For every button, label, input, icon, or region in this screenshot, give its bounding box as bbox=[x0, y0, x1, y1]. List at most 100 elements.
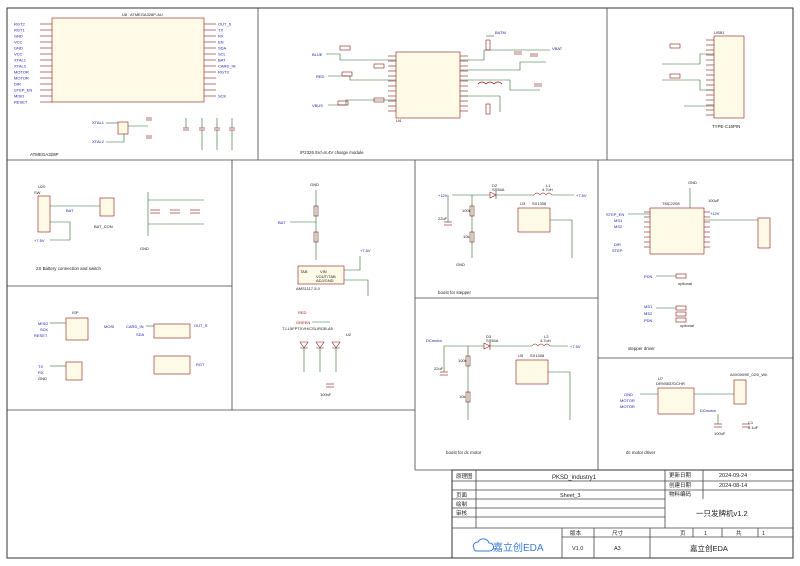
stepper-net-step: STEP bbox=[612, 248, 623, 253]
stepper-net-ms1b: MS1 bbox=[644, 304, 653, 309]
mcu-net-label: GND bbox=[14, 45, 23, 50]
stepper-net-12v: +12V bbox=[710, 211, 720, 216]
l2-value: 4.7uH bbox=[540, 338, 551, 343]
usb-connector bbox=[713, 35, 745, 119]
mcu-net-label: VCC bbox=[14, 39, 23, 44]
ldo-part: AMS1117-5.0 bbox=[296, 286, 321, 291]
tb-size: A3 bbox=[614, 546, 621, 552]
charge-ic bbox=[395, 51, 461, 119]
stepper-net-en: STEP_EN bbox=[606, 212, 624, 217]
stepper-motor-connector bbox=[757, 217, 771, 249]
boost1-part: SX1308 bbox=[532, 201, 547, 206]
ldo-cap-value: 100nF bbox=[320, 392, 332, 397]
c-22uf: 22uF bbox=[438, 216, 448, 221]
dc-part: DRV8837DCHR bbox=[656, 381, 685, 386]
rdc-100k: 100k bbox=[458, 358, 467, 363]
bat-con-label: BAT_CON bbox=[94, 224, 113, 229]
mcu-caption: ATMEGA328P bbox=[30, 152, 59, 157]
tb-update-date: 2024-09-24 bbox=[719, 473, 747, 479]
net-rgt: RGT bbox=[196, 362, 205, 367]
usb-ref: USB1 bbox=[714, 30, 725, 35]
tb-label-size: 尺寸 bbox=[612, 529, 624, 537]
tb-label-page: 页面 bbox=[456, 492, 468, 499]
tb-version: V1.0 bbox=[572, 546, 583, 552]
d2-part: SS54A bbox=[492, 187, 505, 192]
stepper-net-dir: DIR bbox=[614, 242, 621, 247]
uart-header bbox=[65, 361, 83, 381]
boost1-net-7v5: +7.5V bbox=[576, 193, 587, 198]
net-vbus: VBUS bbox=[312, 103, 323, 108]
mcu-net-label: OUT_S bbox=[218, 21, 232, 26]
sensor-connector-1 bbox=[153, 323, 191, 339]
isp-header bbox=[65, 317, 89, 341]
xtal2-net: XTAL2 bbox=[92, 139, 105, 144]
charge-caption: IP2326 5V/=8.4V charge module bbox=[300, 150, 364, 155]
tb-create-date: 2024-08-14 bbox=[719, 483, 747, 489]
mcu-net-label: EN bbox=[218, 39, 224, 44]
ldo-adj: ADJ/GND bbox=[316, 278, 334, 283]
ldo-net-7v5: +7.5V bbox=[360, 248, 371, 253]
dc-caption: dc motor driver bbox=[626, 450, 656, 455]
net-card-in: CARD_IN bbox=[126, 324, 144, 329]
tb-label-of: 共 bbox=[736, 529, 742, 537]
stepper-net-ms1: MS1 bbox=[614, 218, 623, 223]
mcu-net-label: XTAL1 bbox=[14, 57, 27, 62]
dc-net-motor-b: MOTOR bbox=[620, 404, 635, 409]
sensor-connector-2 bbox=[153, 355, 191, 375]
led-ref: U2 bbox=[346, 332, 352, 337]
tb-total: 1 bbox=[762, 531, 765, 537]
mcu-part: ATMEGA328P-AU bbox=[130, 12, 163, 17]
tb-create-label: 创建日期 bbox=[669, 481, 692, 489]
net-vbat: VBAT bbox=[552, 46, 563, 51]
net-sda: SDA bbox=[136, 332, 145, 337]
boostdc-net-7v5: +7.5V bbox=[570, 344, 581, 349]
battery-switch bbox=[37, 195, 51, 233]
mcu-net-label: SCK bbox=[218, 93, 227, 98]
dc-net-motor-a: MOTOR bbox=[620, 398, 635, 403]
mcu-net-label: CARD_IN bbox=[218, 63, 236, 68]
mcu-net-label: BAT bbox=[218, 57, 226, 62]
stepper-driver-ic bbox=[649, 207, 705, 255]
stepper-optional-1: optional bbox=[678, 281, 692, 286]
boostdc-net-dcmotor: DCmotor bbox=[426, 338, 443, 343]
stepper-net-pdn: PDN bbox=[644, 274, 653, 279]
mcu-net-label: VCC bbox=[14, 51, 23, 56]
dc-net-dcmotor: DCmotor bbox=[700, 408, 717, 413]
mcu-net-label: RGT1 bbox=[14, 27, 25, 32]
isp-ref: ISP bbox=[72, 310, 79, 315]
boost1-net-12v: +12V bbox=[438, 193, 448, 198]
mcu-net-label: GND bbox=[14, 33, 23, 38]
stepper-net-pdnb: PDN bbox=[644, 318, 653, 323]
mcu-ref: U8 bbox=[122, 12, 128, 17]
tb-label-version: 版本 bbox=[570, 529, 582, 537]
mcu-net-label: RGT2 bbox=[14, 21, 25, 26]
r-10k: 10k bbox=[463, 234, 469, 239]
stepper-gnd: GND bbox=[688, 180, 697, 185]
charge-ref: U4 bbox=[396, 118, 402, 123]
gnd-label: GND bbox=[140, 246, 149, 251]
ldo-gnd: GND bbox=[310, 182, 319, 187]
boostdc-ref: U5 bbox=[518, 353, 524, 358]
net-red: RED bbox=[316, 74, 325, 79]
isp-sck: SCK bbox=[40, 327, 49, 332]
boost1-gnd: GND bbox=[456, 262, 465, 267]
uart-rx: RX bbox=[38, 370, 44, 375]
stepper-part: TMC2208 bbox=[662, 201, 680, 206]
xtal1-net: XTAL1 bbox=[92, 120, 105, 125]
mcu-net-label: SDA bbox=[218, 45, 227, 50]
d3-part: SS54A bbox=[486, 338, 499, 343]
tb-label-pageno: 页 bbox=[680, 530, 686, 537]
sw-label: SW bbox=[34, 190, 41, 195]
tb-label-review: 审核 bbox=[456, 509, 468, 517]
led-red-net: RED bbox=[298, 310, 307, 315]
tb-update-label: 更新日期 bbox=[669, 471, 692, 479]
battery-caption: 2S Battery connection and switch bbox=[36, 266, 101, 271]
schematic-sheet: U8 ATMEGA328P-AU RGT2RGT1GNDVCCGNDVCCXTA… bbox=[0, 0, 800, 566]
usb-caption: TYPE-C16PIN bbox=[712, 124, 740, 129]
mcu-net-label: RGT3 bbox=[218, 69, 229, 74]
mcu-net-label: MISO bbox=[14, 93, 24, 98]
dc-driver-ic bbox=[657, 387, 695, 415]
led-part: TJ-L5FPTXVH/CSL/RGB-A5 bbox=[282, 326, 334, 331]
stepper-net-ms2b: MS2 bbox=[644, 311, 653, 316]
rdc-10k: 10k bbox=[459, 394, 465, 399]
